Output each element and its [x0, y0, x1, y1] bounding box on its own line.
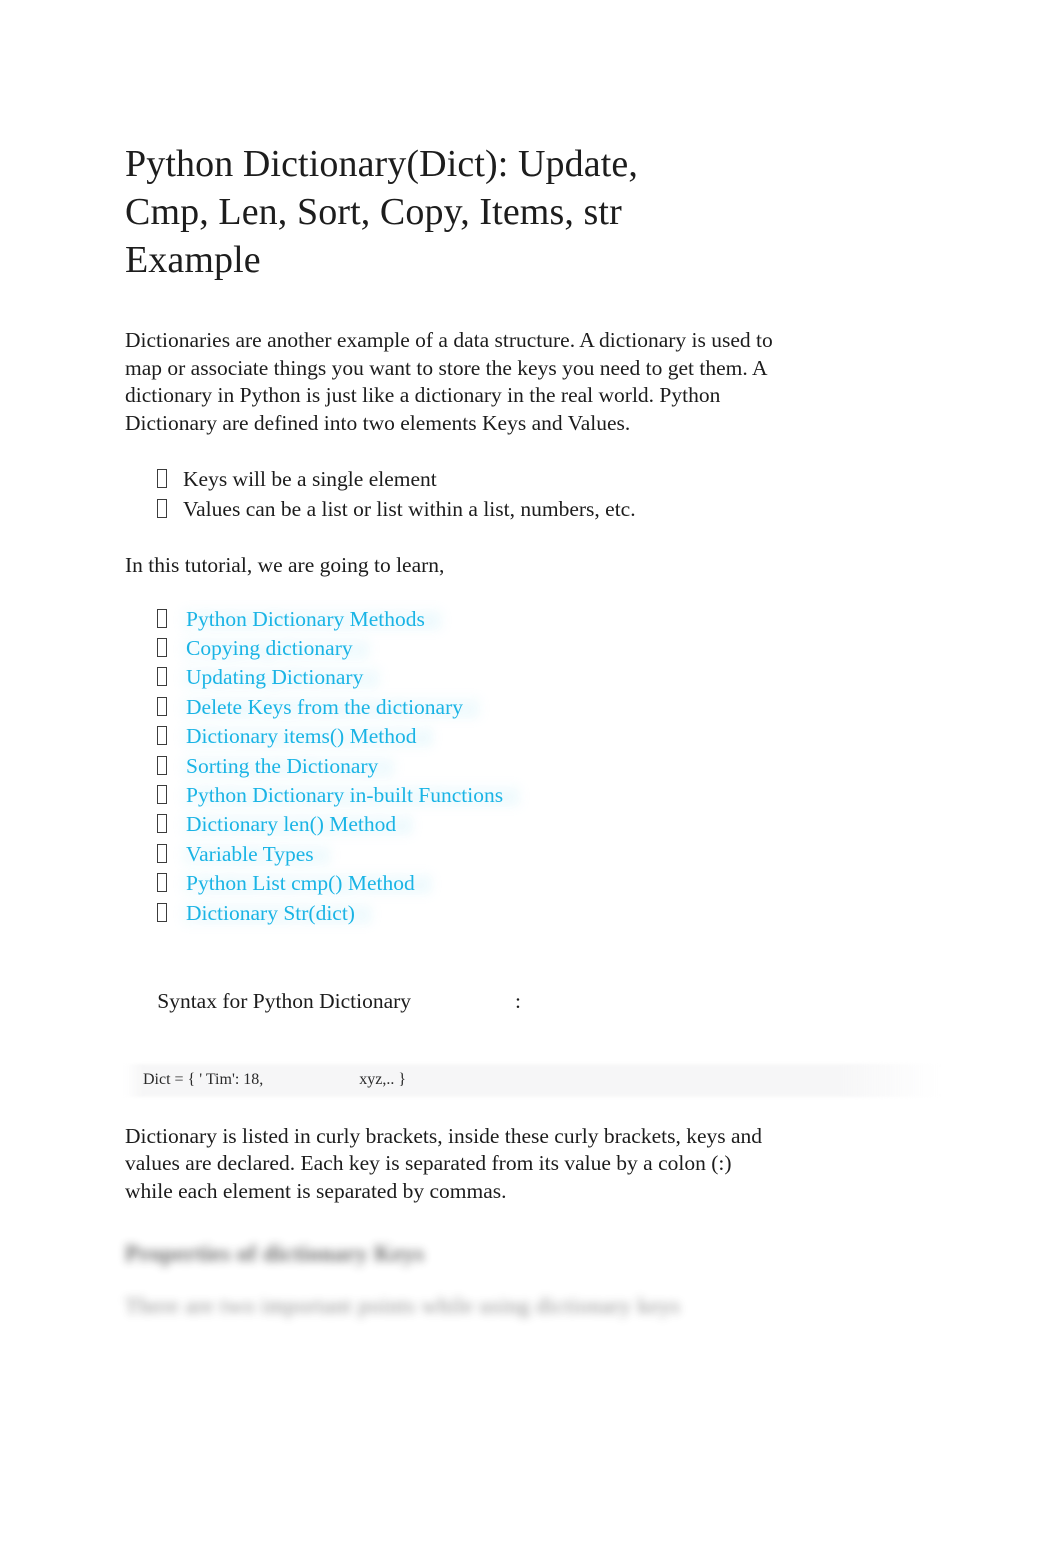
toc-link-python-dictionary-in-built-functions[interactable]: Python Dictionary in-built Functions: [186, 783, 503, 807]
toc-link-wrapper: Dictionary Str(dict) Dictionary Str(dict…: [182, 900, 373, 929]
toc-link-wrapper: Copying dictionary Copying dictionary: [182, 635, 371, 664]
code-right-part: xyz,.. }: [359, 1070, 407, 1088]
missing-glyph-box-icon: [125, 784, 186, 811]
toc-link-wrapper: Delete Keys from the dictionary Delete K…: [182, 694, 481, 723]
toc-link-dictionary-str-dict[interactable]: Dictionary Str(dict): [186, 901, 355, 925]
missing-glyph-box-icon: [125, 725, 186, 752]
missing-glyph-box-icon: [125, 608, 186, 635]
page-title: Python Dictionary(Dict): Update, Cmp, Le…: [125, 143, 638, 281]
missing-glyph-box-icon: [125, 755, 186, 782]
toc-link-wrapper: Variable Types Variable Types: [182, 841, 332, 870]
list-item: Copying dictionary Copying dictionary: [125, 635, 940, 664]
list-item-label: Keys will be a single element: [183, 467, 437, 491]
toc-link-wrapper: Python Dictionary in-built Functions Pyt…: [182, 782, 521, 811]
tutorial-lead-text: In this tutorial, we are going to learn,: [125, 553, 445, 577]
missing-glyph-box-icon: [125, 843, 186, 870]
toc-link-wrapper: Sorting the Dictionary Sorting the Dicti…: [182, 753, 396, 782]
toc-link-copying-dictionary[interactable]: Copying dictionary: [186, 636, 353, 660]
toc-link-python-dictionary-methods[interactable]: Python Dictionary Methods: [186, 607, 425, 631]
missing-glyph-box-icon: [125, 637, 186, 664]
list-item: Dictionary Str(dict) Dictionary Str(dict…: [125, 900, 940, 929]
document-page: Python Dictionary(Dict): Update, Cmp, Le…: [0, 0, 1062, 1561]
key-value-bullet-list: Keys will be a single element Values can…: [125, 465, 940, 525]
list-item: Sorting the Dictionary Sorting the Dicti…: [125, 753, 940, 782]
obscured-section: Properties of dictionary Keys There are …: [125, 1239, 940, 1321]
list-item: Python List cmp() Method Python List cmp…: [125, 870, 940, 899]
list-item: Python Dictionary Methods Python Diction…: [125, 606, 940, 635]
syntax-label-line: Syntax for Python Dictionary:: [125, 961, 940, 1042]
obscured-heading: Properties of dictionary Keys: [125, 1241, 425, 1267]
toc-link-wrapper: Updating Dictionary Updating Dictionary: [182, 664, 381, 693]
missing-glyph-box-icon: [125, 666, 186, 693]
missing-glyph-box-icon: [125, 496, 183, 525]
missing-glyph-box-icon: [125, 902, 186, 929]
list-item-label: Values can be a list or list within a li…: [183, 497, 636, 521]
list-item: Values can be a list or list within a li…: [125, 495, 940, 525]
list-item: Updating Dictionary Updating Dictionary: [125, 664, 940, 693]
syntax-label: Syntax for Python Dictionary: [157, 988, 412, 1013]
list-item: Keys will be a single element: [125, 465, 940, 495]
code-left-part: Dict = { ' Tim': 18,: [143, 1070, 264, 1088]
toc-link-wrapper: Python Dictionary Methods Python Diction…: [182, 606, 443, 635]
missing-glyph-box-icon: [125, 872, 186, 899]
table-of-contents-list: Python Dictionary Methods Python Diction…: [125, 606, 940, 929]
toc-link-python-list-cmp-method[interactable]: Python List cmp() Method: [186, 871, 415, 895]
toc-link-sorting-the-dictionary[interactable]: Sorting the Dictionary: [186, 754, 378, 778]
list-item: Delete Keys from the dictionary Delete K…: [125, 694, 940, 723]
missing-glyph-box-icon: [125, 466, 183, 495]
syntax-colon: :: [515, 988, 522, 1013]
toc-link-dictionary-len-method[interactable]: Dictionary len() Method: [186, 812, 396, 836]
list-item: Variable Types Variable Types: [125, 841, 940, 870]
code-block: Dict = { ' Tim': 18, xyz,.. }: [125, 1063, 940, 1097]
toc-link-updating-dictionary[interactable]: Updating Dictionary: [186, 665, 363, 689]
document-content: Python Dictionary(Dict): Update, Cmp, Le…: [125, 140, 940, 1321]
explanation-paragraph: Dictionary is listed in curly brackets, …: [125, 1123, 763, 1203]
missing-glyph-box-icon: [125, 813, 186, 840]
toc-link-wrapper: Dictionary len() Method Dictionary len()…: [182, 811, 414, 840]
list-item: Dictionary len() Method Dictionary len()…: [125, 811, 940, 840]
toc-link-dictionary-items-method[interactable]: Dictionary items() Method: [186, 724, 416, 748]
toc-link-wrapper: Python List cmp() Method Python List cmp…: [182, 870, 433, 899]
list-item: Python Dictionary in-built Functions Pyt…: [125, 782, 940, 811]
code-block-text: Dict = { ' Tim': 18, xyz,.. }: [143, 1069, 406, 1091]
missing-glyph-box-icon: [125, 696, 186, 723]
obscured-paragraph: There are two important points while usi…: [125, 1293, 681, 1319]
toc-link-variable-types[interactable]: Variable Types: [186, 842, 314, 866]
intro-paragraph: Dictionaries are another example of a da…: [125, 328, 773, 435]
toc-link-delete-keys-from-the-dictionary[interactable]: Delete Keys from the dictionary: [186, 695, 463, 719]
list-item: Dictionary items() Method Dictionary ite…: [125, 723, 940, 752]
toc-link-wrapper: Dictionary items() Method Dictionary ite…: [182, 723, 434, 752]
